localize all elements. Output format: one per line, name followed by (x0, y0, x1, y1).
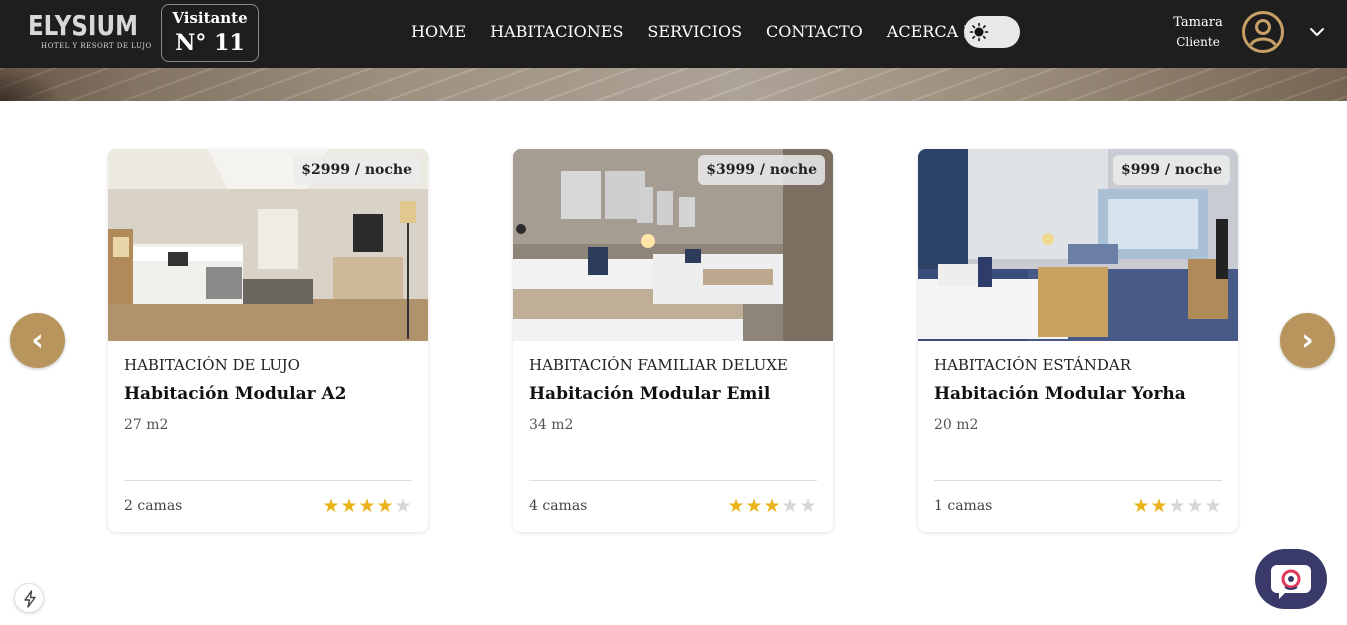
room-category: HABITACIÓN FAMILIAR DELUXE (529, 356, 788, 374)
room-name[interactable]: Habitación Modular Yorha (934, 384, 1186, 404)
room-card[interactable]: $2999 / noche HABITACIÓN DE LUJO Habitac… (108, 149, 428, 532)
star-filled-icon: ★ (340, 495, 358, 517)
room-beds: 1 camas (934, 498, 993, 514)
room-beds: 4 camas (529, 498, 588, 514)
room-area: 27 m2 (124, 417, 169, 433)
room-card[interactable]: $3999 / noche HABITACIÓN FAMILIAR DELUXE… (513, 149, 833, 532)
room-photo: $2999 / noche (108, 149, 428, 341)
nav-habitaciones[interactable]: HABITACIONES (490, 21, 623, 43)
price-tag: $999 / noche (1113, 155, 1230, 185)
star-filled-icon: ★ (322, 495, 340, 517)
star-filled-icon: ★ (763, 495, 781, 517)
lightning-icon[interactable] (14, 583, 44, 613)
user-name: Tamara (1173, 15, 1223, 30)
star-empty-icon: ★ (1168, 495, 1186, 517)
rating-stars: ★ ★ ★ ★ ★ (727, 497, 817, 517)
visitor-badge-number: N° 11 (175, 30, 245, 56)
star-empty-icon: ★ (781, 495, 799, 517)
star-filled-icon: ★ (358, 495, 376, 517)
visitor-badge: Visitante N° 11 (161, 4, 259, 62)
rating-stars: ★ ★ ★ ★ ★ (1132, 497, 1222, 517)
star-empty-icon: ★ (1186, 495, 1204, 517)
rating-stars: ★ ★ ★ ★ ★ (322, 497, 412, 517)
brand-logo-subtitle: HOTEL Y RESORT DE LUJO (41, 42, 152, 50)
user-role: Cliente (1176, 35, 1220, 49)
sun-icon (969, 22, 989, 42)
room-name[interactable]: Habitación Modular A2 (124, 384, 347, 404)
nav-servicios[interactable]: SERVICIOS (647, 21, 742, 43)
star-filled-icon: ★ (376, 495, 394, 517)
carousel-next-button[interactable]: › (1280, 313, 1335, 368)
card-divider (934, 480, 1222, 481)
price-tag: $2999 / noche (293, 155, 420, 185)
price-tag: $3999 / noche (698, 155, 825, 185)
hero-image-strip (0, 68, 1347, 101)
room-category: HABITACIÓN ESTÁNDAR (934, 356, 1131, 374)
room-area: 34 m2 (529, 417, 574, 433)
nav-contacto[interactable]: CONTACTO (766, 21, 863, 43)
star-empty-icon: ★ (1204, 495, 1222, 517)
room-photo: $3999 / noche (513, 149, 833, 341)
room-name[interactable]: Habitación Modular Emil (529, 384, 770, 404)
nav-home[interactable]: HOME (411, 21, 466, 43)
brand-logo-text: ELYSIUM (28, 9, 138, 42)
star-filled-icon: ★ (1132, 495, 1150, 517)
room-category: HABITACIÓN DE LUJO (124, 356, 300, 374)
user-circle-icon[interactable] (1241, 10, 1285, 54)
carousel-prev-button[interactable]: ‹ (10, 313, 65, 368)
star-filled-icon: ★ (1150, 495, 1168, 517)
star-empty-icon: ★ (799, 495, 817, 517)
star-filled-icon: ★ (727, 495, 745, 517)
room-photo: $999 / noche (918, 149, 1238, 341)
theme-toggle[interactable] (964, 16, 1020, 48)
card-divider (124, 480, 412, 481)
chat-bot-icon[interactable] (1255, 549, 1327, 609)
star-filled-icon: ★ (745, 495, 763, 517)
star-empty-icon: ★ (394, 495, 412, 517)
room-card[interactable]: $999 / noche HABITACIÓN ESTÁNDAR Habitac… (918, 149, 1238, 532)
room-area: 20 m2 (934, 417, 979, 433)
room-beds: 2 camas (124, 498, 183, 514)
card-divider (529, 480, 817, 481)
top-header: ELYSIUM HOTEL Y RESORT DE LUJO Visitante… (0, 0, 1347, 68)
chevron-down-icon[interactable] (1307, 22, 1327, 42)
visitor-badge-title: Visitante (172, 9, 248, 27)
main-nav: HOME HABITACIONES SERVICIOS CONTACTO ACE… (411, 21, 1027, 43)
brand-logo[interactable]: ELYSIUM HOTEL Y RESORT DE LUJO (28, 9, 152, 56)
